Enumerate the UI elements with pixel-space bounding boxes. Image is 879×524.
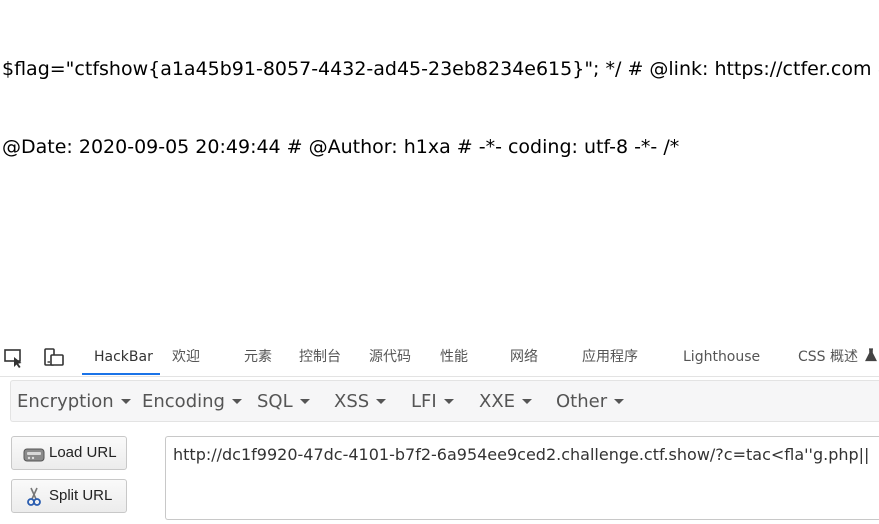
tab-css-overview[interactable]: CSS 概述 [798,337,878,375]
menu-sql-label: SQL [257,391,293,412]
menu-xss[interactable]: XSS [334,381,387,421]
caret-down-icon [614,398,625,404]
menu-encryption-label: Encryption [17,391,114,412]
tab-welcome[interactable]: 欢迎 [172,337,200,375]
split-url-label: Split URL [49,487,113,504]
menu-sql[interactable]: SQL [257,381,310,421]
caret-down-icon [120,398,131,404]
tab-application[interactable]: 应用程序 [582,337,638,375]
tab-elements[interactable]: 元素 [244,337,272,375]
url-textarea[interactable]: http://dc1f9920-47dc-4101-b7f2-6a954ee9c… [165,436,879,520]
url-value: http://dc1f9920-47dc-4101-b7f2-6a954ee9c… [173,445,870,464]
menu-xss-label: XSS [334,391,370,412]
caret-down-icon [299,398,310,404]
scissors-icon [23,487,45,507]
menu-xxe-label: XXE [479,391,516,412]
load-url-icon [23,444,45,464]
load-url-button[interactable]: Load URL [11,436,127,470]
page-text: $flag="ctfshow{a1a45b91-8057-4432-ad45-2… [2,4,879,186]
menu-other-label: Other [556,391,608,412]
experiment-flask-icon [865,348,878,362]
tab-css-overview-label: CSS 概述 [798,349,858,365]
caret-down-icon [231,398,242,404]
tab-performance[interactable]: 性能 [440,337,468,375]
menu-lfi-label: LFI [411,391,437,412]
devtools-tab-bar: HackBar 欢迎 元素 控制台 源代码 性能 网络 应用程序 Lightho… [0,337,879,377]
caret-down-icon [522,398,533,404]
date-author-line: @Date: 2020-09-05 20:49:44 # @Author: h1… [2,136,680,158]
menu-xxe[interactable]: XXE [479,381,533,421]
flag-line: $flag="ctfshow{a1a45b91-8057-4432-ad45-2… [2,58,879,80]
menu-lfi[interactable]: LFI [411,381,454,421]
hackbar-menu: Encryption Encoding SQL XSS LFI XXE Othe… [10,380,879,422]
caret-down-icon [376,398,387,404]
devtools-panel: HackBar 欢迎 元素 控制台 源代码 性能 网络 应用程序 Lightho… [0,337,879,524]
split-url-button[interactable]: Split URL [11,479,127,513]
tab-sources[interactable]: 源代码 [369,337,411,375]
active-tab-indicator [82,373,160,375]
load-url-label: Load URL [49,444,117,461]
menu-other[interactable]: Other [556,381,625,421]
menu-encoding[interactable]: Encoding [142,381,242,421]
device-toolbar-icon[interactable] [43,347,65,369]
tab-network[interactable]: 网络 [510,337,538,375]
tab-lighthouse[interactable]: Lighthouse [683,337,760,375]
caret-down-icon [443,398,454,404]
inspect-element-icon[interactable] [3,347,25,369]
tab-hackbar[interactable]: HackBar [94,337,153,375]
menu-encoding-label: Encoding [142,391,225,412]
tab-console[interactable]: 控制台 [299,337,341,375]
menu-encryption[interactable]: Encryption [17,381,131,421]
